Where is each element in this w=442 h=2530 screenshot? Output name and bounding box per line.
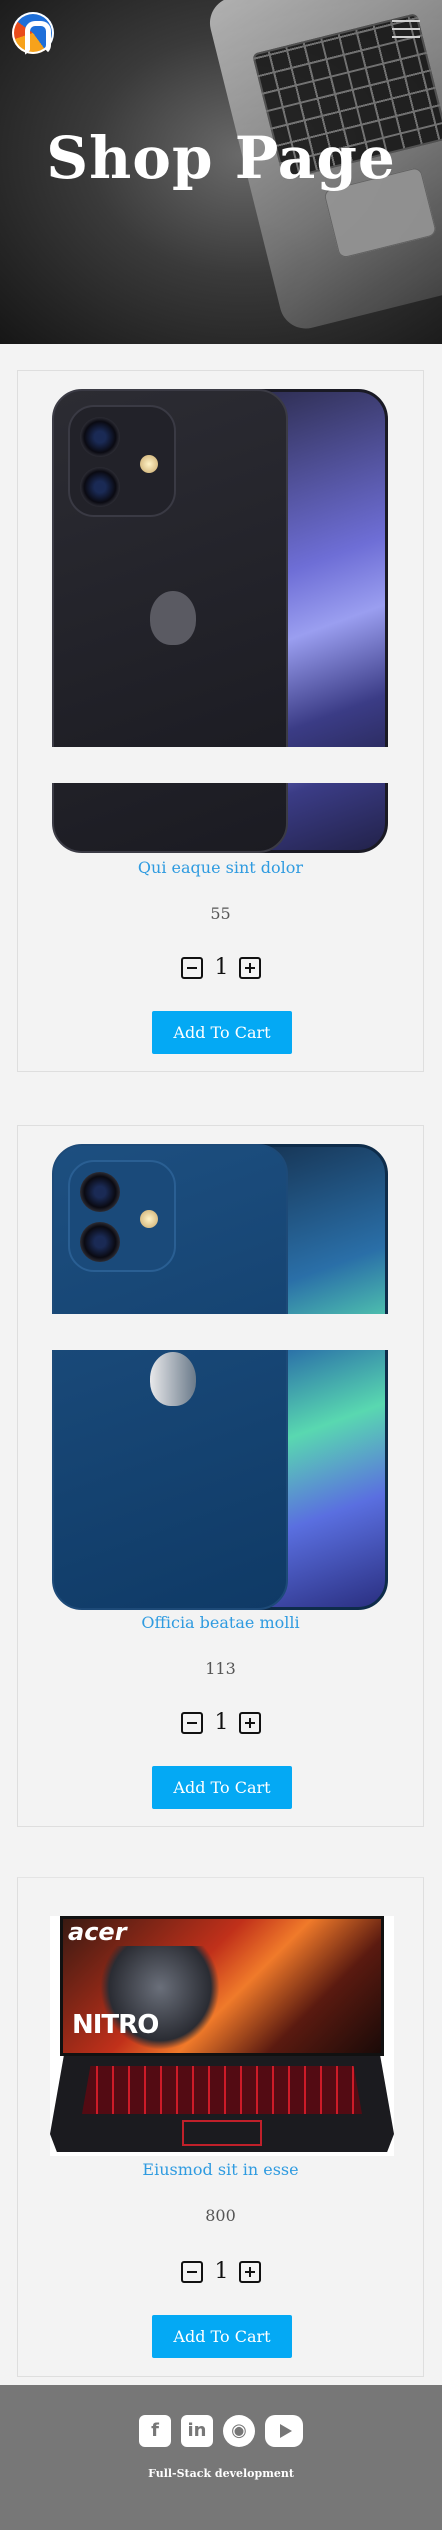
brand-logo[interactable]: [12, 12, 54, 55]
product-name[interactable]: Eiusmod sit in esse: [18, 2160, 423, 2179]
footer: f in ◉ Full-Stack development: [0, 2385, 442, 2530]
footer-text: Full-Stack development: [148, 2467, 294, 2480]
menu-icon[interactable]: [392, 20, 420, 40]
product-image-lower: [50, 783, 394, 855]
quantity-value: 1: [214, 955, 229, 980]
add-to-cart-button[interactable]: Add To Cart: [152, 2315, 292, 2358]
youtube-icon[interactable]: [265, 2415, 303, 2447]
add-to-cart-button[interactable]: Add To Cart: [152, 1766, 292, 1809]
product-name[interactable]: Qui eaque sint dolor: [18, 858, 423, 877]
laptop-brand-text: acer: [68, 1918, 127, 1946]
product-price: 113: [205, 1659, 236, 1678]
decrease-quantity-button[interactable]: [180, 2260, 203, 2283]
page-title: Shop Page: [46, 124, 396, 192]
hero-banner: Shop Page: [0, 0, 442, 344]
quantity-stepper: 1: [18, 1710, 423, 1735]
product-card: Qui eaque sint dolor 55 1 Add To Cart: [17, 370, 424, 1072]
decrease-quantity-button[interactable]: [180, 1711, 203, 1734]
increase-quantity-button[interactable]: [238, 956, 261, 979]
product-card: acer NITRO Eiusmod sit in esse 800 1 Add…: [17, 1877, 424, 2377]
increase-quantity-button[interactable]: [238, 1711, 261, 1734]
product-image-lower: [50, 1350, 394, 1612]
product-name[interactable]: Officia beatae molli: [18, 1613, 423, 1632]
product-price: 800: [205, 2206, 236, 2225]
quantity-stepper: 1: [18, 2259, 423, 2284]
increase-quantity-button[interactable]: [238, 2260, 261, 2283]
add-to-cart-button[interactable]: Add To Cart: [152, 1011, 292, 1054]
product-image: acer NITRO: [50, 1916, 394, 2156]
quantity-stepper: 1: [18, 955, 423, 980]
laptop-model-text: NITRO: [72, 2010, 159, 2040]
social-links: f in ◉: [0, 2415, 442, 2447]
decrease-quantity-button[interactable]: [180, 956, 203, 979]
github-icon[interactable]: ◉: [223, 2415, 255, 2447]
product-price: 55: [210, 904, 231, 923]
linkedin-icon[interactable]: in: [181, 2415, 213, 2447]
product-image: [50, 1142, 394, 1314]
quantity-value: 1: [214, 1710, 229, 1735]
facebook-icon[interactable]: f: [139, 2415, 171, 2447]
product-image: [50, 387, 394, 747]
quantity-value: 1: [214, 2259, 229, 2284]
product-card: Officia beatae molli 113 1 Add To Cart: [17, 1125, 424, 1827]
